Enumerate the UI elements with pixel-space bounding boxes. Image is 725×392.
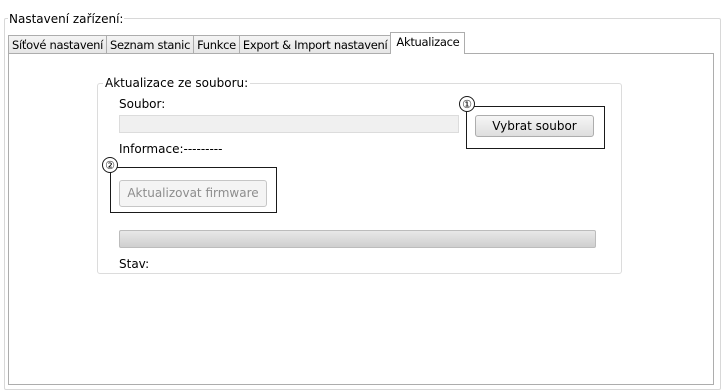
tab-network-settings[interactable]: Síťové nastavení <box>8 35 108 53</box>
tab-station-list[interactable]: Seznam stanic <box>106 35 195 53</box>
status-label: Stav: <box>119 257 150 271</box>
callout-number-2: ② <box>102 157 118 173</box>
tab-functions[interactable]: Funkce <box>193 35 240 53</box>
tab-export-import[interactable]: Export & Import nastavení <box>238 35 392 53</box>
device-settings-title: Nastavení zařízení: <box>8 12 125 26</box>
device-settings-window: Nastavení zařízení: Síťové nastavení Sez… <box>0 0 725 392</box>
callout-box-update-firmware <box>110 167 277 213</box>
update-from-file-group: Aktualizace ze souboru: Soubor: Vybrat s… <box>97 76 622 274</box>
update-progress-bar <box>119 230 596 248</box>
tab-strip: Síťové nastavení Seznam stanic Funkce Ex… <box>8 32 466 54</box>
update-tab-panel: Aktualizace ze souboru: Soubor: Vybrat s… <box>8 53 714 385</box>
file-label: Soubor: <box>119 97 166 111</box>
callout-box-select-file <box>466 106 605 149</box>
tab-update[interactable]: Aktualizace <box>390 32 466 54</box>
callout-number-1: ① <box>459 96 475 112</box>
file-path-field[interactable] <box>119 115 459 133</box>
update-from-file-title: Aktualizace ze souboru: <box>103 76 251 90</box>
info-label: Informace:--------- <box>119 142 223 156</box>
